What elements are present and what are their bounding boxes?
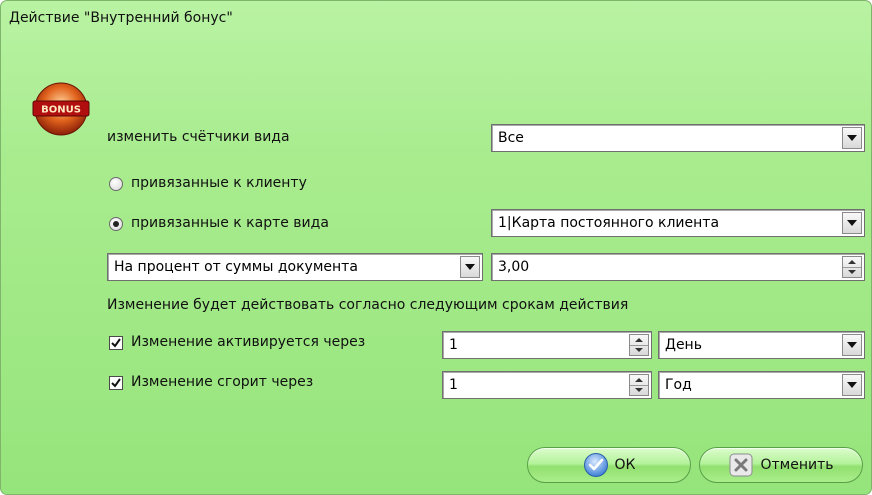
radio-card[interactable] — [109, 217, 123, 231]
expire-count-value: 1 — [449, 377, 458, 393]
chevron-down-icon[interactable] — [842, 374, 862, 396]
bonus-logo-icon: BONUS — [32, 82, 90, 136]
activate-checkbox[interactable] — [109, 336, 123, 350]
spinner-buttons[interactable] — [629, 374, 649, 396]
spin-down-icon[interactable] — [630, 385, 648, 395]
checkmark-icon — [111, 338, 121, 348]
activate-count-spinner[interactable]: 1 — [442, 331, 652, 359]
calc-mode-select-value: На процент от суммы документа — [114, 259, 358, 275]
dialog-window: Действие "Внутренний бонус" BONUS измени… — [0, 0, 872, 495]
amount-spinner-value: 3,00 — [498, 259, 530, 275]
card-type-select-value: 1|Карта постоянного клиента — [498, 215, 720, 231]
chevron-down-icon[interactable] — [842, 212, 862, 234]
radio-card-label[interactable]: привязанные к карте вида — [131, 215, 329, 231]
counters-select[interactable]: Все — [491, 124, 865, 152]
terms-heading: Изменение будет действовать согласно сле… — [107, 297, 629, 313]
chevron-down-icon[interactable] — [842, 127, 862, 149]
cancel-button-label: Отменить — [760, 457, 834, 473]
chevron-down-icon[interactable] — [842, 334, 862, 356]
svg-text:BONUS: BONUS — [41, 105, 81, 116]
expire-unit-value: Год — [665, 377, 692, 393]
expire-checkbox[interactable] — [109, 376, 123, 390]
activate-count-value: 1 — [449, 337, 458, 353]
spin-down-icon[interactable] — [843, 267, 861, 277]
radio-client-label[interactable]: привязанные к клиенту — [131, 175, 307, 191]
window-title: Действие "Внутренний бонус" — [9, 10, 233, 26]
chevron-down-icon[interactable] — [460, 256, 480, 278]
activate-unit-select[interactable]: День — [658, 331, 865, 359]
spinner-buttons[interactable] — [842, 256, 862, 278]
amount-spinner[interactable]: 3,00 — [491, 253, 865, 281]
checkmark-icon — [111, 378, 121, 388]
activate-label[interactable]: Изменение активируется через — [131, 334, 365, 350]
expire-unit-select[interactable]: Год — [658, 371, 865, 399]
counters-select-value: Все — [498, 130, 524, 146]
calc-mode-select[interactable]: На процент от суммы документа — [107, 253, 483, 281]
radio-client[interactable] — [109, 177, 123, 191]
check-circle-icon — [583, 453, 608, 477]
card-type-select[interactable]: 1|Карта постоянного клиента — [491, 209, 865, 237]
expire-label[interactable]: Изменение сгорит через — [131, 374, 313, 390]
activate-unit-value: День — [665, 337, 702, 353]
close-icon — [729, 453, 753, 477]
counters-label: изменить счётчики вида — [107, 129, 290, 145]
radio-selected-dot — [113, 221, 119, 227]
ok-button[interactable]: ОК — [527, 447, 691, 483]
cancel-button[interactable]: Отменить — [699, 447, 863, 483]
ok-button-label: ОК — [614, 457, 636, 473]
spin-down-icon[interactable] — [630, 345, 648, 355]
expire-count-spinner[interactable]: 1 — [442, 371, 652, 399]
spinner-buttons[interactable] — [629, 334, 649, 356]
